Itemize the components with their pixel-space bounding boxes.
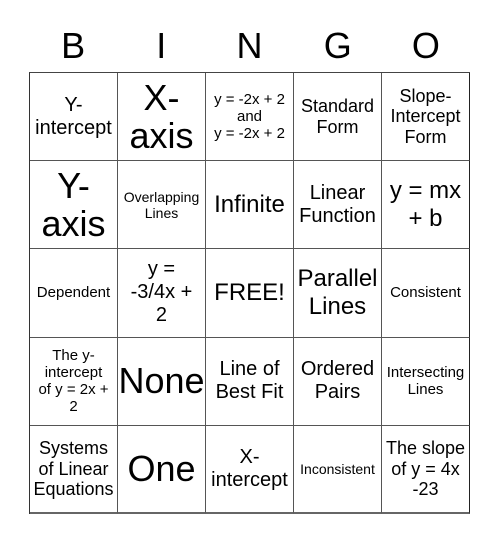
bingo-cell[interactable]: Parallel Lines xyxy=(294,249,382,338)
header-letter-i: I xyxy=(156,25,167,66)
bingo-cell[interactable]: Inconsistent xyxy=(294,425,382,514)
bingo-cell[interactable]: y = -2x + 2 and y = -2x + 2 xyxy=(206,73,294,162)
header-letter-b: B xyxy=(61,25,86,66)
free-space[interactable]: FREE! xyxy=(206,249,294,338)
bingo-cell[interactable]: Ordered Pairs xyxy=(294,337,382,426)
bingo-cell[interactable]: None xyxy=(118,337,206,426)
bingo-cell[interactable]: Overlapping Lines xyxy=(118,161,206,250)
bingo-cell[interactable]: Y-axis xyxy=(30,161,118,250)
bingo-cell[interactable]: Consistent xyxy=(382,249,470,338)
bingo-cell[interactable]: Intersecting Lines xyxy=(382,337,470,426)
bingo-cell[interactable]: X-axis xyxy=(118,73,206,162)
bingo-cell[interactable]: y = -3/4x +2 xyxy=(118,249,206,338)
header-letter-g: G xyxy=(323,25,352,66)
bingo-cell[interactable]: X-intercept xyxy=(206,425,294,514)
bingo-cell[interactable]: One xyxy=(118,425,206,514)
bingo-cell[interactable]: y = mx + b xyxy=(382,161,470,250)
header-letter-n: N xyxy=(236,25,263,66)
bingo-cell[interactable]: Y-intercept xyxy=(30,73,118,162)
bingo-cell[interactable]: Linear Function xyxy=(294,161,382,250)
bingo-cell[interactable]: Line of Best Fit xyxy=(206,337,294,426)
bingo-cell[interactable]: Slope- Intercept Form xyxy=(382,73,470,162)
bingo-cell[interactable]: The y-intercept of y = 2x +2 xyxy=(30,337,118,426)
bingo-cell[interactable]: Standard Form xyxy=(294,73,382,162)
header-letter-o: O xyxy=(411,25,440,66)
bingo-board: Y-intercept X-axis y = -2x + 2 and y = -2x… xyxy=(29,72,470,514)
bingo-header: B I N G O xyxy=(29,22,470,70)
bingo-cell[interactable]: The slope of y = 4x -23 xyxy=(382,425,470,514)
bingo-cell[interactable]: Dependent xyxy=(30,249,118,338)
bingo-cell[interactable]: Infinite xyxy=(206,161,294,250)
bingo-cell[interactable]: Systems of Linear Equations xyxy=(30,425,118,514)
